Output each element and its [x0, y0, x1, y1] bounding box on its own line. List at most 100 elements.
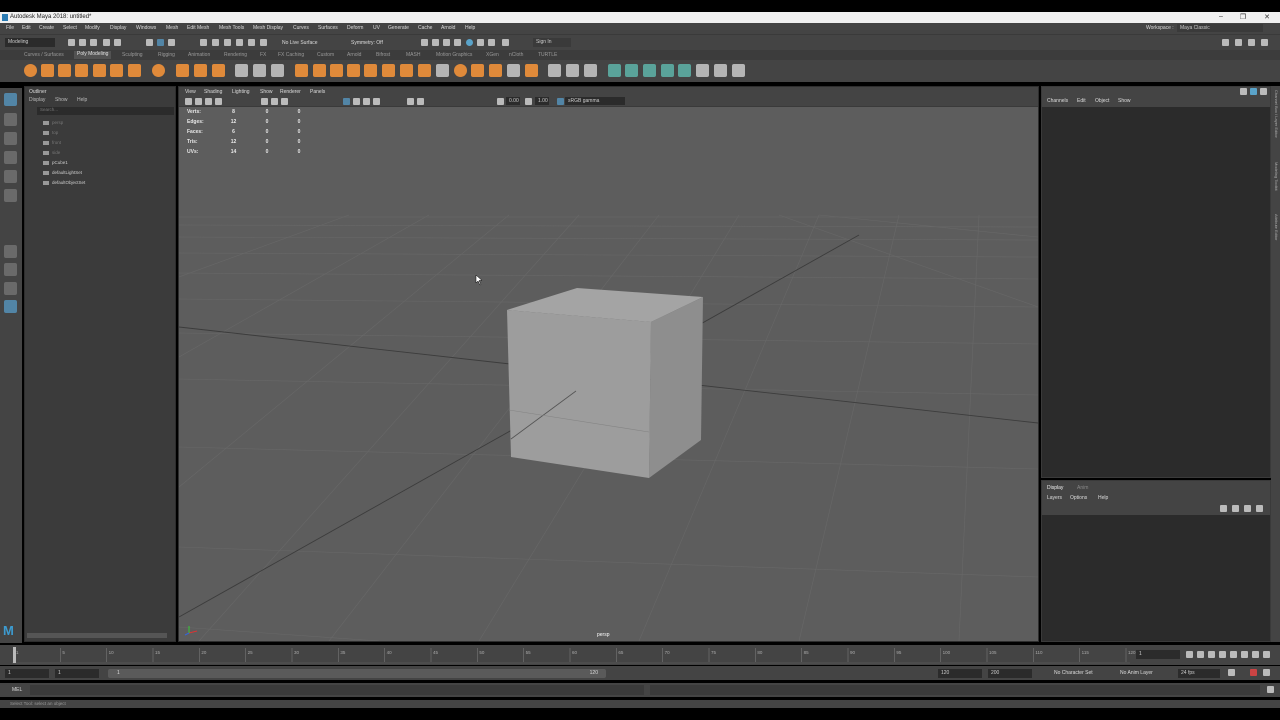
- outliner-item-default-object-set[interactable]: defaultObjectSet: [43, 180, 85, 185]
- channel-box-icon-b[interactable]: [1250, 88, 1257, 95]
- loop-icon[interactable]: [1228, 669, 1235, 676]
- play-backwards-icon[interactable]: [1219, 651, 1226, 658]
- gamma-field[interactable]: 1.00: [535, 97, 549, 105]
- shelf-tab-curves-surfaces[interactable]: Curves / Surfaces: [24, 52, 64, 58]
- open-scene-icon[interactable]: [79, 39, 86, 46]
- menu-mesh-tools[interactable]: Mesh Tools: [219, 25, 244, 31]
- reduce-icon[interactable]: [418, 64, 431, 77]
- menu-set-dropdown[interactable]: Modeling: [5, 38, 55, 47]
- cut-uv-icon[interactable]: [732, 64, 745, 77]
- menu-mesh[interactable]: Mesh: [166, 25, 178, 31]
- step-forward-frame-icon[interactable]: [1241, 651, 1248, 658]
- planar-map-icon[interactable]: [608, 64, 621, 77]
- camera-attributes-icon[interactable]: [195, 98, 202, 105]
- step-forward-key-icon[interactable]: [1252, 651, 1259, 658]
- spherical-map-icon[interactable]: [643, 64, 656, 77]
- menu-arnold[interactable]: Arnold: [441, 25, 455, 31]
- command-input[interactable]: [30, 685, 644, 695]
- poly-torus-icon[interactable]: [93, 64, 106, 77]
- arnold-render-icon[interactable]: [477, 39, 484, 46]
- shelf-tab-arnold[interactable]: Arnold: [347, 52, 361, 58]
- shelf-tab-fx[interactable]: FX: [260, 52, 266, 58]
- move-tool-icon[interactable]: [4, 151, 17, 164]
- menu-help[interactable]: Help: [465, 25, 475, 31]
- attribute-editor-icon[interactable]: [1248, 39, 1255, 46]
- menu-uv[interactable]: UV: [373, 25, 380, 31]
- shelf-tab-ncloth[interactable]: nCloth: [509, 52, 523, 58]
- image-plane-icon[interactable]: [215, 98, 222, 105]
- time-slider[interactable]: 1 5 10 15 20 25 30 35 40 45 50 55 60 65 70 75 80 85 90 95 10…: [0, 645, 1280, 665]
- snap-curve-icon[interactable]: [212, 39, 219, 46]
- shelf-tab-sculpting[interactable]: Sculpting: [122, 52, 143, 58]
- svg-tool-icon[interactable]: [212, 64, 225, 77]
- slide-edge-icon[interactable]: [566, 64, 579, 77]
- layer-menu-help[interactable]: Help: [1098, 495, 1108, 501]
- render-frame-icon[interactable]: [432, 39, 439, 46]
- ambient-occlusion-icon[interactable]: [417, 98, 424, 105]
- menu-modify[interactable]: Modify: [85, 25, 100, 31]
- channel-box-menu-edit[interactable]: Edit: [1077, 98, 1086, 104]
- menu-edit[interactable]: Edit: [22, 25, 31, 31]
- menu-generate[interactable]: Generate: [388, 25, 409, 31]
- view-transform-dropdown[interactable]: sRGB gamma: [565, 97, 625, 105]
- insert-edge-loop-icon[interactable]: [436, 64, 449, 77]
- minimize-button[interactable]: –: [1210, 13, 1232, 22]
- outliner-menu-help[interactable]: Help: [77, 97, 87, 103]
- script-editor-icon[interactable]: [1267, 686, 1274, 693]
- outliner-menu-show[interactable]: Show: [55, 97, 68, 103]
- shelf-tab-rendering[interactable]: Rendering: [224, 52, 247, 58]
- fill-hole-icon[interactable]: [382, 64, 395, 77]
- combine-icon[interactable]: [235, 64, 248, 77]
- automatic-map-icon[interactable]: [661, 64, 674, 77]
- outliner-item-pcube1[interactable]: pCube1: [43, 160, 68, 165]
- select-tool-icon[interactable]: [4, 93, 17, 106]
- viewport-menu-view[interactable]: View: [185, 89, 196, 95]
- outliner-menu-display[interactable]: Display: [29, 97, 45, 103]
- select-camera-icon[interactable]: [185, 98, 192, 105]
- quad-draw-icon[interactable]: [548, 64, 561, 77]
- bridge-icon[interactable]: [330, 64, 343, 77]
- shelf-tab-custom[interactable]: Custom: [317, 52, 334, 58]
- menu-windows[interactable]: Windows: [136, 25, 156, 31]
- channel-box-icon-a[interactable]: [1240, 88, 1247, 95]
- layer-tab-anim[interactable]: Anim: [1077, 485, 1088, 491]
- outliner-search-input[interactable]: Search...: [37, 107, 174, 115]
- symmetry-dropdown[interactable]: Symmetry: Off: [351, 40, 383, 46]
- wireframe-icon[interactable]: [353, 98, 360, 105]
- menu-surfaces[interactable]: Surfaces: [318, 25, 338, 31]
- range-slider-bar[interactable]: 1 120: [108, 669, 606, 678]
- poly-type-icon[interactable]: [194, 64, 207, 77]
- outliner-item-front[interactable]: front: [43, 140, 61, 145]
- close-button[interactable]: ✕: [1256, 13, 1278, 22]
- four-view-layout-icon[interactable]: [4, 263, 17, 276]
- channel-box-menu-show[interactable]: Show: [1118, 98, 1131, 104]
- viewport-menu-shading[interactable]: Shading: [204, 89, 222, 95]
- bevel-icon[interactable]: [347, 64, 360, 77]
- layer-menu-options[interactable]: Options: [1070, 495, 1087, 501]
- menu-create[interactable]: Create: [39, 25, 54, 31]
- outliner-horizontal-scrollbar[interactable]: [27, 633, 167, 638]
- render-settings-icon[interactable]: [454, 39, 461, 46]
- rotate-tool-icon[interactable]: [4, 170, 17, 183]
- render-view-icon[interactable]: [421, 39, 428, 46]
- playback-start-field[interactable]: 1: [55, 669, 99, 678]
- gamma-icon[interactable]: [525, 98, 532, 105]
- outliner-item-top[interactable]: top: [43, 130, 58, 135]
- bookmarks-icon[interactable]: [205, 98, 212, 105]
- shelf-tab-animation[interactable]: Animation: [188, 52, 210, 58]
- viewport-menu-renderer[interactable]: Renderer: [280, 89, 301, 95]
- grid-toggle-icon[interactable]: [261, 98, 268, 105]
- exposure-icon[interactable]: [497, 98, 504, 105]
- poly-sphere-icon[interactable]: [24, 64, 37, 77]
- redo-icon[interactable]: [114, 39, 121, 46]
- poly-cube-icon[interactable]: [41, 64, 54, 77]
- modeling-toolkit-icon[interactable]: [1222, 39, 1229, 46]
- menu-file[interactable]: File: [6, 25, 14, 31]
- channel-box-menu-object[interactable]: Object: [1095, 98, 1109, 104]
- checker-map-icon[interactable]: [696, 64, 709, 77]
- outliner-item-default-light-set[interactable]: defaultLightSet: [43, 170, 82, 175]
- hypershade-icon[interactable]: [466, 39, 473, 46]
- step-back-key-icon[interactable]: [1197, 651, 1204, 658]
- shelf-tab-rigging[interactable]: Rigging: [158, 52, 175, 58]
- uv-editor-icon[interactable]: [678, 64, 691, 77]
